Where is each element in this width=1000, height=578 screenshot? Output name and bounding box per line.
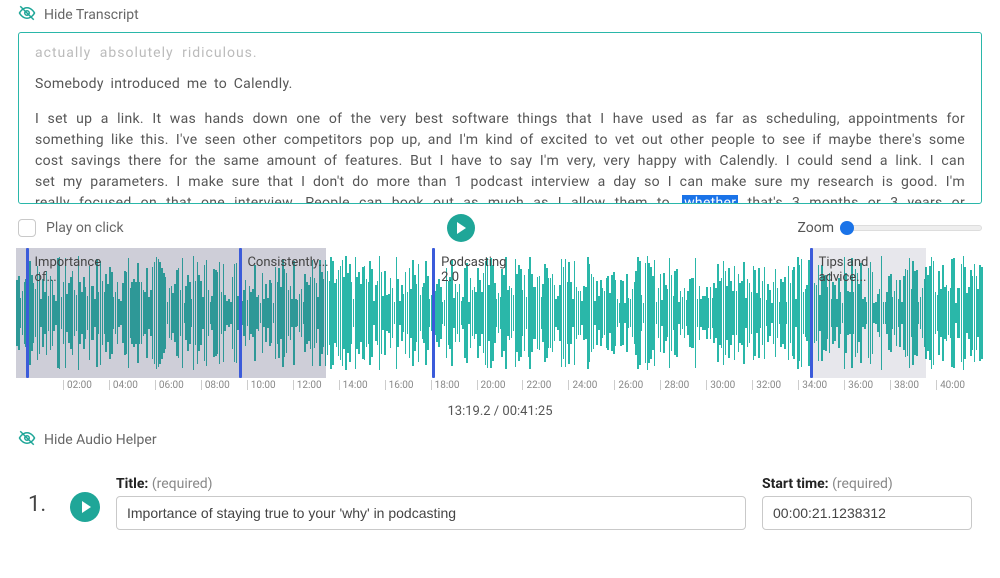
zoom-slider[interactable] — [842, 225, 982, 231]
transcript-highlight: whether — [682, 195, 738, 204]
timeline-tick: 16:00 — [385, 380, 431, 390]
timeline-tick: 26:00 — [614, 380, 660, 390]
toggle-transcript[interactable]: Hide Transcript — [18, 4, 982, 26]
region-marker[interactable] — [810, 248, 813, 378]
timeline-tick: 22:00 — [522, 380, 568, 390]
region-label: Podcasting2.0 — [437, 254, 510, 288]
timeline-tick: 32:00 — [752, 380, 798, 390]
region-marker[interactable] — [26, 248, 29, 378]
timeline-tick: 14:00 — [339, 380, 385, 390]
transcript-box[interactable]: actually absolutely ridiculous. Somebody… — [18, 32, 982, 204]
timeline-tick: 40:00 — [936, 380, 982, 390]
timeline-tick: 18:00 — [431, 380, 477, 390]
timeline-tick: 24:00 — [568, 380, 614, 390]
timeline: 02:0004:0006:0008:0010:0012:0014:0016:00… — [18, 378, 982, 400]
transcript-line: Somebody introduced me to Calendly. — [35, 74, 965, 95]
play-icon — [82, 501, 91, 513]
segment-title-input[interactable] — [116, 496, 746, 530]
timeline-tick: 34:00 — [798, 380, 844, 390]
segment-start-input[interactable] — [762, 496, 972, 530]
timeline-tick: 12:00 — [293, 380, 339, 390]
play-icon — [457, 222, 466, 234]
region-label: Tips andadvice... — [815, 254, 873, 288]
time-readout: 13:19.2 / 00:41:25 — [18, 404, 982, 419]
timeline-tick: 08:00 — [201, 380, 247, 390]
timeline-tick: 20:00 — [477, 380, 523, 390]
transcript-line: actually absolutely ridiculous. — [35, 43, 965, 64]
segment-play-button[interactable] — [70, 492, 100, 522]
toggle-audio-helper-label: Hide Audio Helper — [44, 432, 157, 448]
zoom-label: Zoom — [797, 220, 834, 236]
timeline-tick — [18, 380, 63, 390]
slider-thumb[interactable] — [840, 221, 854, 235]
timeline-tick: 06:00 — [155, 380, 201, 390]
region-label: Importanceof... — [31, 254, 106, 288]
play-on-click-toggle[interactable]: Play on click — [18, 219, 124, 237]
toggle-transcript-label: Hide Transcript — [44, 7, 139, 23]
region-marker[interactable] — [432, 248, 435, 378]
toggle-audio-helper[interactable]: Hide Audio Helper — [18, 429, 982, 451]
timeline-tick: 02:00 — [63, 380, 109, 390]
checkbox[interactable] — [18, 219, 36, 237]
transcript-line: I set up a link. It was hands down one o… — [35, 109, 965, 204]
play-on-click-label: Play on click — [46, 220, 124, 236]
timeline-tick: 10:00 — [247, 380, 293, 390]
segment-row: 1. Title: (required) Start time: (requir… — [18, 457, 982, 530]
region-label: Consistently... — [243, 254, 332, 273]
region-marker[interactable] — [239, 248, 242, 378]
eye-off-icon — [18, 4, 36, 26]
timeline-tick: 30:00 — [706, 380, 752, 390]
eye-off-icon — [18, 429, 36, 451]
title-label: Title: (required) — [116, 476, 746, 492]
waveform[interactable]: Importanceof... Consistently... Podcasti… — [16, 248, 984, 378]
play-button[interactable] — [447, 214, 475, 242]
start-time-label: Start time: (required) — [762, 476, 972, 492]
timeline-tick: 36:00 — [844, 380, 890, 390]
timeline-tick: 28:00 — [660, 380, 706, 390]
segment-number: 1. — [28, 476, 54, 517]
timeline-tick: 04:00 — [109, 380, 155, 390]
timeline-tick: 38:00 — [890, 380, 936, 390]
